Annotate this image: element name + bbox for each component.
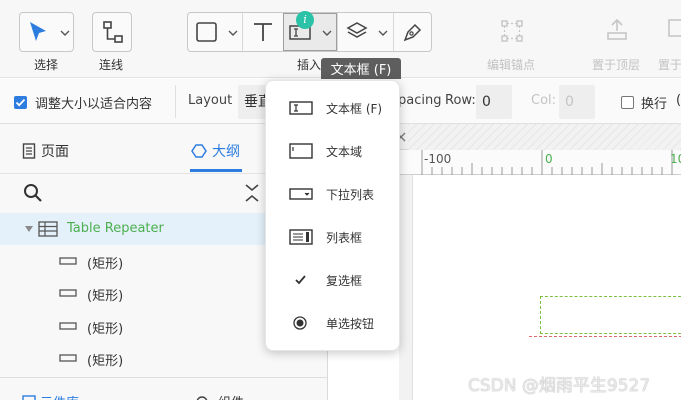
tree-item-label: (矩形)	[87, 354, 124, 369]
menu-item-list-box[interactable]: 列表框	[266, 217, 399, 257]
layout-label: Layout	[188, 93, 233, 108]
autosize-checkbox[interactable]	[14, 96, 27, 109]
select-tool-button[interactable]	[19, 12, 74, 52]
connector-tool-button[interactable]	[92, 12, 132, 52]
menu-item-label: 复选框	[326, 274, 363, 288]
tab-pages[interactable]: 页面	[20, 124, 80, 172]
rectangle-icon	[59, 257, 77, 265]
pointer-arrow-icon	[30, 22, 46, 41]
chevron-down-icon	[378, 30, 388, 36]
menu-item-checkbox[interactable]: 复选框	[266, 260, 399, 300]
menu-item-radio-button[interactable]: 单选按钮	[266, 303, 399, 343]
component-icon	[196, 396, 208, 400]
wrap-label: 换行	[641, 97, 668, 112]
tab-libraries-label: 元件库	[40, 392, 79, 400]
tab-components-label: 组件	[218, 392, 244, 400]
rectangle-icon	[59, 322, 77, 330]
send-to-back-icon[interactable]	[667, 17, 681, 43]
ruler-label-100: 10	[670, 152, 681, 166]
layers-icon	[346, 22, 368, 38]
search-icon[interactable]	[23, 183, 43, 203]
menu-item-text-area[interactable]: 文本域	[266, 131, 399, 171]
text-area-icon	[289, 143, 313, 159]
edit-anchor-icon[interactable]	[499, 18, 525, 44]
menu-item-label: 下拉列表	[326, 188, 375, 202]
edit-anchor-label: 编辑锚点	[487, 58, 536, 72]
menu-item-label: 单选按钮	[326, 317, 375, 331]
bring-to-front-icon[interactable]	[604, 17, 630, 43]
tree-item-label: (矩形)	[87, 322, 124, 337]
tree-item-label: (矩形)	[87, 257, 124, 272]
rectangle-tool-button[interactable]	[188, 13, 242, 51]
chevron-down-icon	[60, 30, 70, 36]
select-tool-label: 选择	[34, 58, 59, 72]
wrap-checkbox[interactable]	[621, 96, 634, 109]
chevron-down-icon	[228, 30, 238, 36]
pen-icon	[403, 23, 422, 42]
tree-item-label: Table Repeater	[67, 221, 164, 236]
radio-button-icon	[293, 316, 307, 330]
panel-divider	[0, 377, 328, 378]
row-input[interactable]: 0	[476, 85, 512, 119]
col-label: Col:	[531, 93, 557, 108]
text-field-icon	[289, 101, 313, 115]
checkmark-icon	[15, 98, 26, 107]
insert-tool-label: 插入	[297, 58, 322, 72]
tab-outline-label: 大纲	[212, 144, 240, 160]
tab-components[interactable]: 组件	[196, 390, 276, 400]
vertical-ruler	[399, 175, 413, 400]
col-input[interactable]: 0	[559, 85, 595, 119]
connector-tool-label: 连线	[99, 58, 124, 72]
menu-item-droplist[interactable]: 下拉列表	[266, 174, 399, 214]
repeater-table-icon	[38, 221, 58, 237]
repeater-widget-outline[interactable]	[540, 296, 681, 334]
guide-line	[529, 336, 681, 337]
menu-item-label: 文本域	[326, 145, 363, 159]
page-icon	[22, 143, 36, 159]
connector-icon	[103, 21, 123, 43]
row-label: Row:	[445, 93, 476, 108]
spacing-label: pacing	[398, 93, 442, 108]
chevron-down-icon	[322, 30, 332, 36]
tab-strip-fill	[408, 124, 681, 150]
csdn-watermark: CSDN @烟雨平生9527	[468, 376, 651, 396]
insert-form-control-menu: 文本框 (F) 文本域 下拉列表 列表框 复选框 单选按钮	[265, 80, 400, 351]
menu-item-text-field[interactable]: 文本框 (F)	[266, 88, 399, 128]
info-badge: i	[296, 11, 314, 29]
rectangle-icon	[59, 289, 77, 297]
tree-item-label: (矩形)	[87, 289, 124, 304]
ruler-label-0: 0	[545, 152, 553, 166]
autosize-label[interactable]: 调整大小以适合内容	[35, 93, 152, 112]
caret-down-icon[interactable]	[25, 226, 33, 232]
send-to-back-label: 置于	[658, 58, 681, 72]
pen-tool-button[interactable]	[394, 13, 432, 51]
ruler-label-minus100: -100	[424, 152, 452, 166]
layers-tool-button[interactable]	[338, 13, 393, 51]
text-tool-button[interactable]	[243, 13, 283, 51]
tab-outline[interactable]: 大纲	[188, 124, 248, 172]
tab-pages-label: 页面	[41, 144, 69, 160]
wrap-paren: (	[676, 93, 681, 108]
menu-item-label: 列表框	[326, 231, 363, 245]
rectangle-icon	[59, 354, 77, 362]
tab-libraries[interactable]: 元件库	[20, 390, 100, 400]
bring-to-front-label: 置于顶层	[592, 58, 641, 72]
active-tab-indicator	[190, 169, 242, 172]
rectangle-icon	[196, 22, 217, 42]
outline-diamond-icon	[191, 144, 207, 158]
menu-item-label: 文本框 (F)	[326, 102, 383, 116]
text-icon	[254, 23, 272, 41]
checkbox-icon	[295, 275, 306, 285]
droplist-icon	[289, 188, 313, 200]
list-box-icon	[289, 229, 313, 245]
library-icon	[22, 395, 36, 400]
collapse-all-icon[interactable]	[244, 183, 260, 203]
